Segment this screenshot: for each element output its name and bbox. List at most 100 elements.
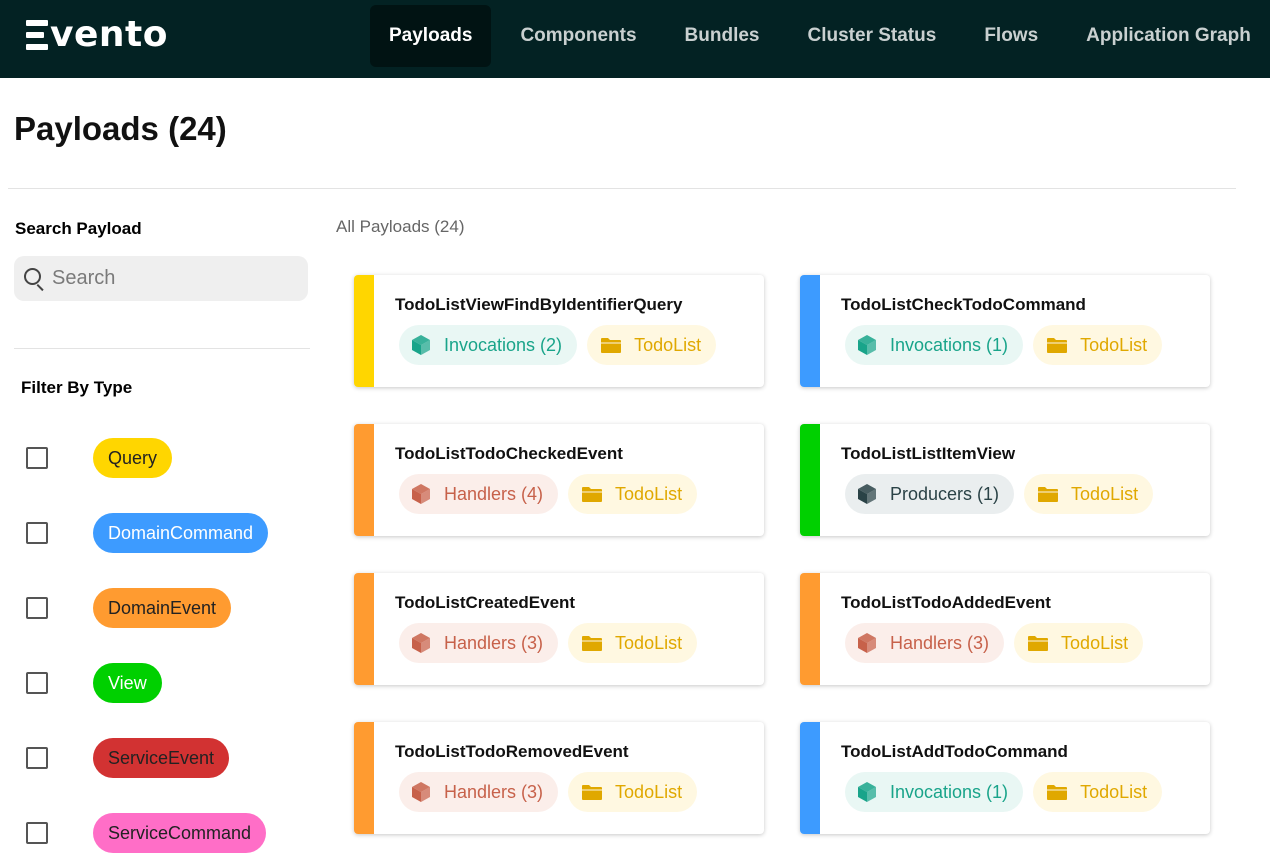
payload-card[interactable]: TodoListCreatedEvent Handlers (3) TodoList bbox=[354, 573, 764, 685]
context-tag[interactable]: TodoList bbox=[568, 474, 698, 514]
payload-type-color-bar bbox=[354, 424, 374, 536]
payload-card-tags: Producers (1) TodoList bbox=[845, 474, 1163, 514]
payload-card-tags: Invocations (1) TodoList bbox=[845, 772, 1172, 812]
payload-card-title: TodoListViewFindByIdentifierQuery bbox=[395, 295, 683, 314]
payload-type-color-bar bbox=[354, 722, 374, 834]
folder-icon bbox=[1036, 482, 1060, 506]
filter-checkbox-view[interactable] bbox=[26, 672, 48, 694]
payload-card[interactable]: TodoListViewFindByIdentifierQuery Invocat… bbox=[354, 275, 764, 387]
context-tag-label: TodoList bbox=[634, 334, 702, 355]
payload-card[interactable]: TodoListTodoRemovedEvent Handlers (3) Todo… bbox=[354, 722, 764, 834]
payload-type-color-bar bbox=[800, 424, 820, 536]
payload-card-title: TodoListListItemView bbox=[841, 444, 1016, 463]
payload-type-color-bar bbox=[354, 275, 374, 387]
payload-card[interactable]: TodoListAddTodoCommand Invocations (1) Tod… bbox=[800, 722, 1210, 834]
cube-icon bbox=[409, 780, 433, 804]
context-tag-label: TodoList bbox=[615, 781, 683, 802]
payload-card-tags: Invocations (1) TodoList bbox=[845, 325, 1172, 365]
search-label: Search Payload bbox=[15, 219, 142, 238]
filter-checkbox-query[interactable] bbox=[26, 447, 48, 469]
evento-logo[interactable]: vento bbox=[26, 14, 186, 56]
payload-card[interactable]: TodoListTodoAddedEvent Handlers (3) TodoLi… bbox=[800, 573, 1210, 685]
payload-card-tags: Handlers (3) TodoList bbox=[399, 772, 707, 812]
type-badge-domaincommand[interactable]: DomainCommand bbox=[93, 513, 269, 553]
search-icon bbox=[22, 266, 48, 292]
nav-components[interactable]: Components bbox=[501, 5, 655, 67]
context-tag-label: TodoList bbox=[1061, 632, 1129, 653]
folder-icon bbox=[1045, 780, 1069, 804]
filter-checkbox-domainevent[interactable] bbox=[26, 597, 48, 619]
handlers-tag-label: Handlers (3) bbox=[444, 781, 544, 802]
nav-payloads[interactable]: Payloads bbox=[370, 5, 492, 67]
context-tag[interactable]: TodoList bbox=[1033, 325, 1163, 365]
top-navbar: vento Payloads Components Bundles Cluste… bbox=[0, 0, 1270, 78]
context-tag[interactable]: TodoList bbox=[1033, 772, 1163, 812]
payload-type-color-bar bbox=[800, 722, 820, 834]
payload-card-tags: Invocations (2) TodoList bbox=[399, 325, 726, 365]
context-tag[interactable]: TodoList bbox=[568, 772, 698, 812]
type-badge-domainevent[interactable]: DomainEvent bbox=[93, 588, 232, 628]
payload-card-title: TodoListTodoRemovedEvent bbox=[395, 742, 629, 761]
filter-checkbox-domaincommand[interactable] bbox=[26, 522, 48, 544]
filter-checkbox-serviceevent[interactable] bbox=[26, 747, 48, 769]
filter-row-serviceevent: ServiceEvent bbox=[26, 738, 230, 778]
folder-icon bbox=[599, 333, 623, 357]
invocations-tag-label: Invocations (1) bbox=[890, 781, 1009, 802]
payload-card-tags: Handlers (3) TodoList bbox=[845, 623, 1153, 663]
nav-bundles[interactable]: Bundles bbox=[666, 5, 779, 67]
cube-icon bbox=[855, 780, 879, 804]
search-box[interactable] bbox=[14, 256, 308, 301]
payload-card-title: TodoListAddTodoCommand bbox=[841, 742, 1068, 761]
invocations-tag[interactable]: Invocations (1) bbox=[845, 325, 1024, 365]
filter-row-view: View bbox=[26, 663, 162, 703]
payload-card-tags: Handlers (4) TodoList bbox=[399, 474, 707, 514]
filter-label: Filter By Type bbox=[21, 378, 133, 397]
context-tag-label: TodoList bbox=[615, 632, 683, 653]
context-tag[interactable]: TodoList bbox=[568, 623, 698, 663]
handlers-tag[interactable]: Handlers (3) bbox=[399, 623, 559, 663]
payload-card[interactable]: TodoListCheckTodoCommand Invocations (1) T… bbox=[800, 275, 1210, 387]
payload-card[interactable]: TodoListListItemView Producers (1) TodoLis… bbox=[800, 424, 1210, 536]
cube-icon bbox=[855, 333, 879, 357]
producers-tag-label: Producers (1) bbox=[890, 483, 1000, 504]
logo-text: vento bbox=[50, 14, 168, 55]
payload-card-tags: Handlers (3) TodoList bbox=[399, 623, 707, 663]
filter-row-servicecommand: ServiceCommand bbox=[26, 813, 267, 853]
invocations-tag-label: Invocations (2) bbox=[444, 334, 563, 355]
payload-type-color-bar bbox=[800, 275, 820, 387]
handlers-tag-label: Handlers (4) bbox=[444, 483, 544, 504]
logo-e-mark bbox=[26, 20, 48, 50]
folder-icon bbox=[580, 631, 604, 655]
folder-icon bbox=[1045, 333, 1069, 357]
invocations-tag[interactable]: Invocations (1) bbox=[845, 772, 1024, 812]
nav-cluster-status[interactable]: Cluster Status bbox=[789, 5, 956, 67]
type-badge-query[interactable]: Query bbox=[93, 438, 173, 478]
filter-row-domainevent: DomainEvent bbox=[26, 588, 232, 628]
handlers-tag[interactable]: Handlers (3) bbox=[845, 623, 1005, 663]
producers-tag[interactable]: Producers (1) bbox=[845, 474, 1015, 514]
payload-card-title: TodoListCreatedEvent bbox=[395, 593, 576, 612]
handlers-tag[interactable]: Handlers (3) bbox=[399, 772, 559, 812]
context-tag-label: TodoList bbox=[1080, 781, 1148, 802]
invocations-tag[interactable]: Invocations (2) bbox=[399, 325, 578, 365]
type-badge-serviceevent[interactable]: ServiceEvent bbox=[93, 738, 230, 778]
search-input[interactable] bbox=[52, 267, 292, 290]
filter-checkbox-servicecommand[interactable] bbox=[26, 822, 48, 844]
folder-icon bbox=[580, 780, 604, 804]
nav-application-graph[interactable]: Application Graph bbox=[1067, 5, 1270, 67]
context-tag[interactable]: TodoList bbox=[1014, 623, 1144, 663]
type-badge-servicecommand[interactable]: ServiceCommand bbox=[93, 813, 267, 853]
type-badge-view[interactable]: View bbox=[93, 663, 162, 703]
context-tag[interactable]: TodoList bbox=[587, 325, 717, 365]
nav-flows[interactable]: Flows bbox=[965, 5, 1057, 67]
payload-card[interactable]: TodoListTodoCheckedEvent Handlers (4) Todo… bbox=[354, 424, 764, 536]
main-nav: Payloads Components Bundles Cluster Stat… bbox=[370, 5, 1270, 67]
list-count-label: All Payloads (24) bbox=[336, 217, 465, 236]
cube-icon bbox=[409, 631, 433, 655]
cube-icon bbox=[855, 482, 879, 506]
filter-row-query: Query bbox=[26, 438, 173, 478]
handlers-tag[interactable]: Handlers (4) bbox=[399, 474, 559, 514]
handlers-tag-label: Handlers (3) bbox=[890, 632, 990, 653]
context-tag[interactable]: TodoList bbox=[1024, 474, 1154, 514]
page-title: Payloads (24) bbox=[14, 110, 227, 147]
